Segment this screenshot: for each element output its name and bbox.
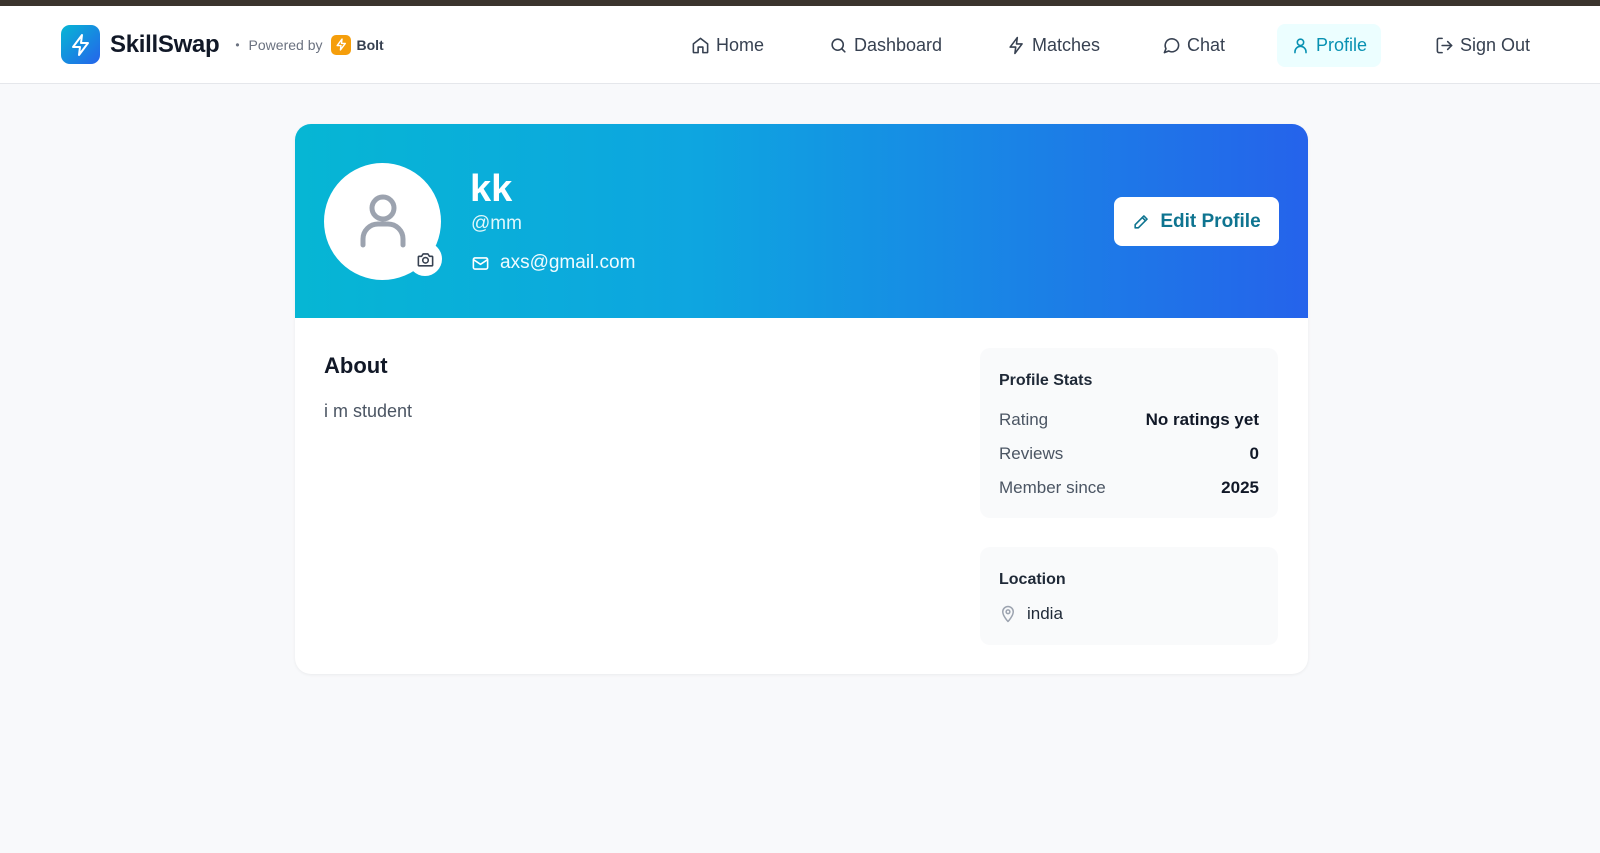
stat-value: 0 (1249, 444, 1259, 463)
profile-stats-title: Profile Stats (999, 372, 1093, 389)
location-value: india (1027, 604, 1063, 623)
stat-value: 2025 (1221, 478, 1259, 497)
zap-icon (1009, 36, 1023, 55)
stat-value: No ratings yet (1145, 410, 1259, 429)
stat-label: Member since (999, 478, 1106, 497)
nav-sign-out-label: Sign Out (1460, 35, 1531, 55)
search-icon (831, 38, 846, 53)
nav-profile[interactable]: Profile (1277, 24, 1381, 67)
nav-chat[interactable]: Chat (1148, 24, 1239, 67)
powered-by-label: Powered by (248, 36, 323, 53)
profile-stats-panel: Profile Stats Rating No ratings yet Revi… (980, 348, 1278, 518)
edit-profile-label: Edit Profile (1160, 210, 1261, 232)
stat-row-member-since: Member since 2025 (999, 478, 1259, 498)
camera-icon (417, 252, 433, 267)
bolt-label: Bolt (356, 36, 384, 53)
nav-home-label: Home (716, 35, 765, 55)
mail-icon (472, 256, 489, 270)
logout-icon (1436, 37, 1453, 54)
map-pin-icon (1002, 605, 1014, 623)
skillswap-logo-icon (61, 25, 100, 64)
nav-matches[interactable]: Matches (993, 24, 1114, 67)
stat-row-rating: Rating No ratings yet (999, 410, 1259, 430)
nav-chat-label: Chat (1187, 35, 1226, 55)
profile-email: axs@gmail.com (500, 252, 636, 273)
nav-dashboard-label: Dashboard (854, 35, 943, 55)
brand[interactable]: SkillSwap • Powered by Bolt (61, 25, 384, 64)
home-icon (692, 37, 709, 54)
nav-sign-out[interactable]: Sign Out (1421, 24, 1544, 67)
stat-label: Rating (999, 410, 1049, 429)
chat-bubble-icon (1163, 38, 1180, 54)
pencil-icon (1134, 215, 1149, 229)
nav-matches-label: Matches (1032, 35, 1101, 55)
profile-name: kk (470, 168, 513, 210)
profile-username: @mm (471, 213, 522, 234)
nav-dashboard[interactable]: Dashboard (815, 24, 956, 67)
location-row: india (999, 604, 1063, 624)
about-title: About (324, 353, 388, 378)
bolt-logo-icon (331, 34, 352, 55)
location-title: Location (999, 571, 1066, 588)
location-panel: Location india (980, 547, 1278, 645)
user-icon (1294, 38, 1307, 54)
brand-name: SkillSwap (110, 30, 220, 58)
stat-label: Reviews (999, 444, 1064, 463)
profile-card: kk @mm axs@gmail.com Edit Profile About … (295, 124, 1308, 674)
brand-separator: • (235, 37, 240, 52)
profile-banner: kk @mm axs@gmail.com Edit Profile (295, 124, 1308, 318)
stat-row-reviews: Reviews 0 (999, 444, 1259, 464)
top-navbar: SkillSwap • Powered by Bolt Home Dashboa… (0, 6, 1600, 84)
profile-email-row: axs@gmail.com (471, 252, 635, 274)
nav-home[interactable]: Home (677, 24, 778, 67)
nav-profile-label: Profile (1315, 35, 1367, 55)
edit-profile-button[interactable]: Edit Profile (1114, 197, 1279, 246)
change-photo-button[interactable] (408, 242, 442, 276)
about-text: i m student (324, 401, 413, 421)
user-placeholder-icon (360, 194, 405, 247)
